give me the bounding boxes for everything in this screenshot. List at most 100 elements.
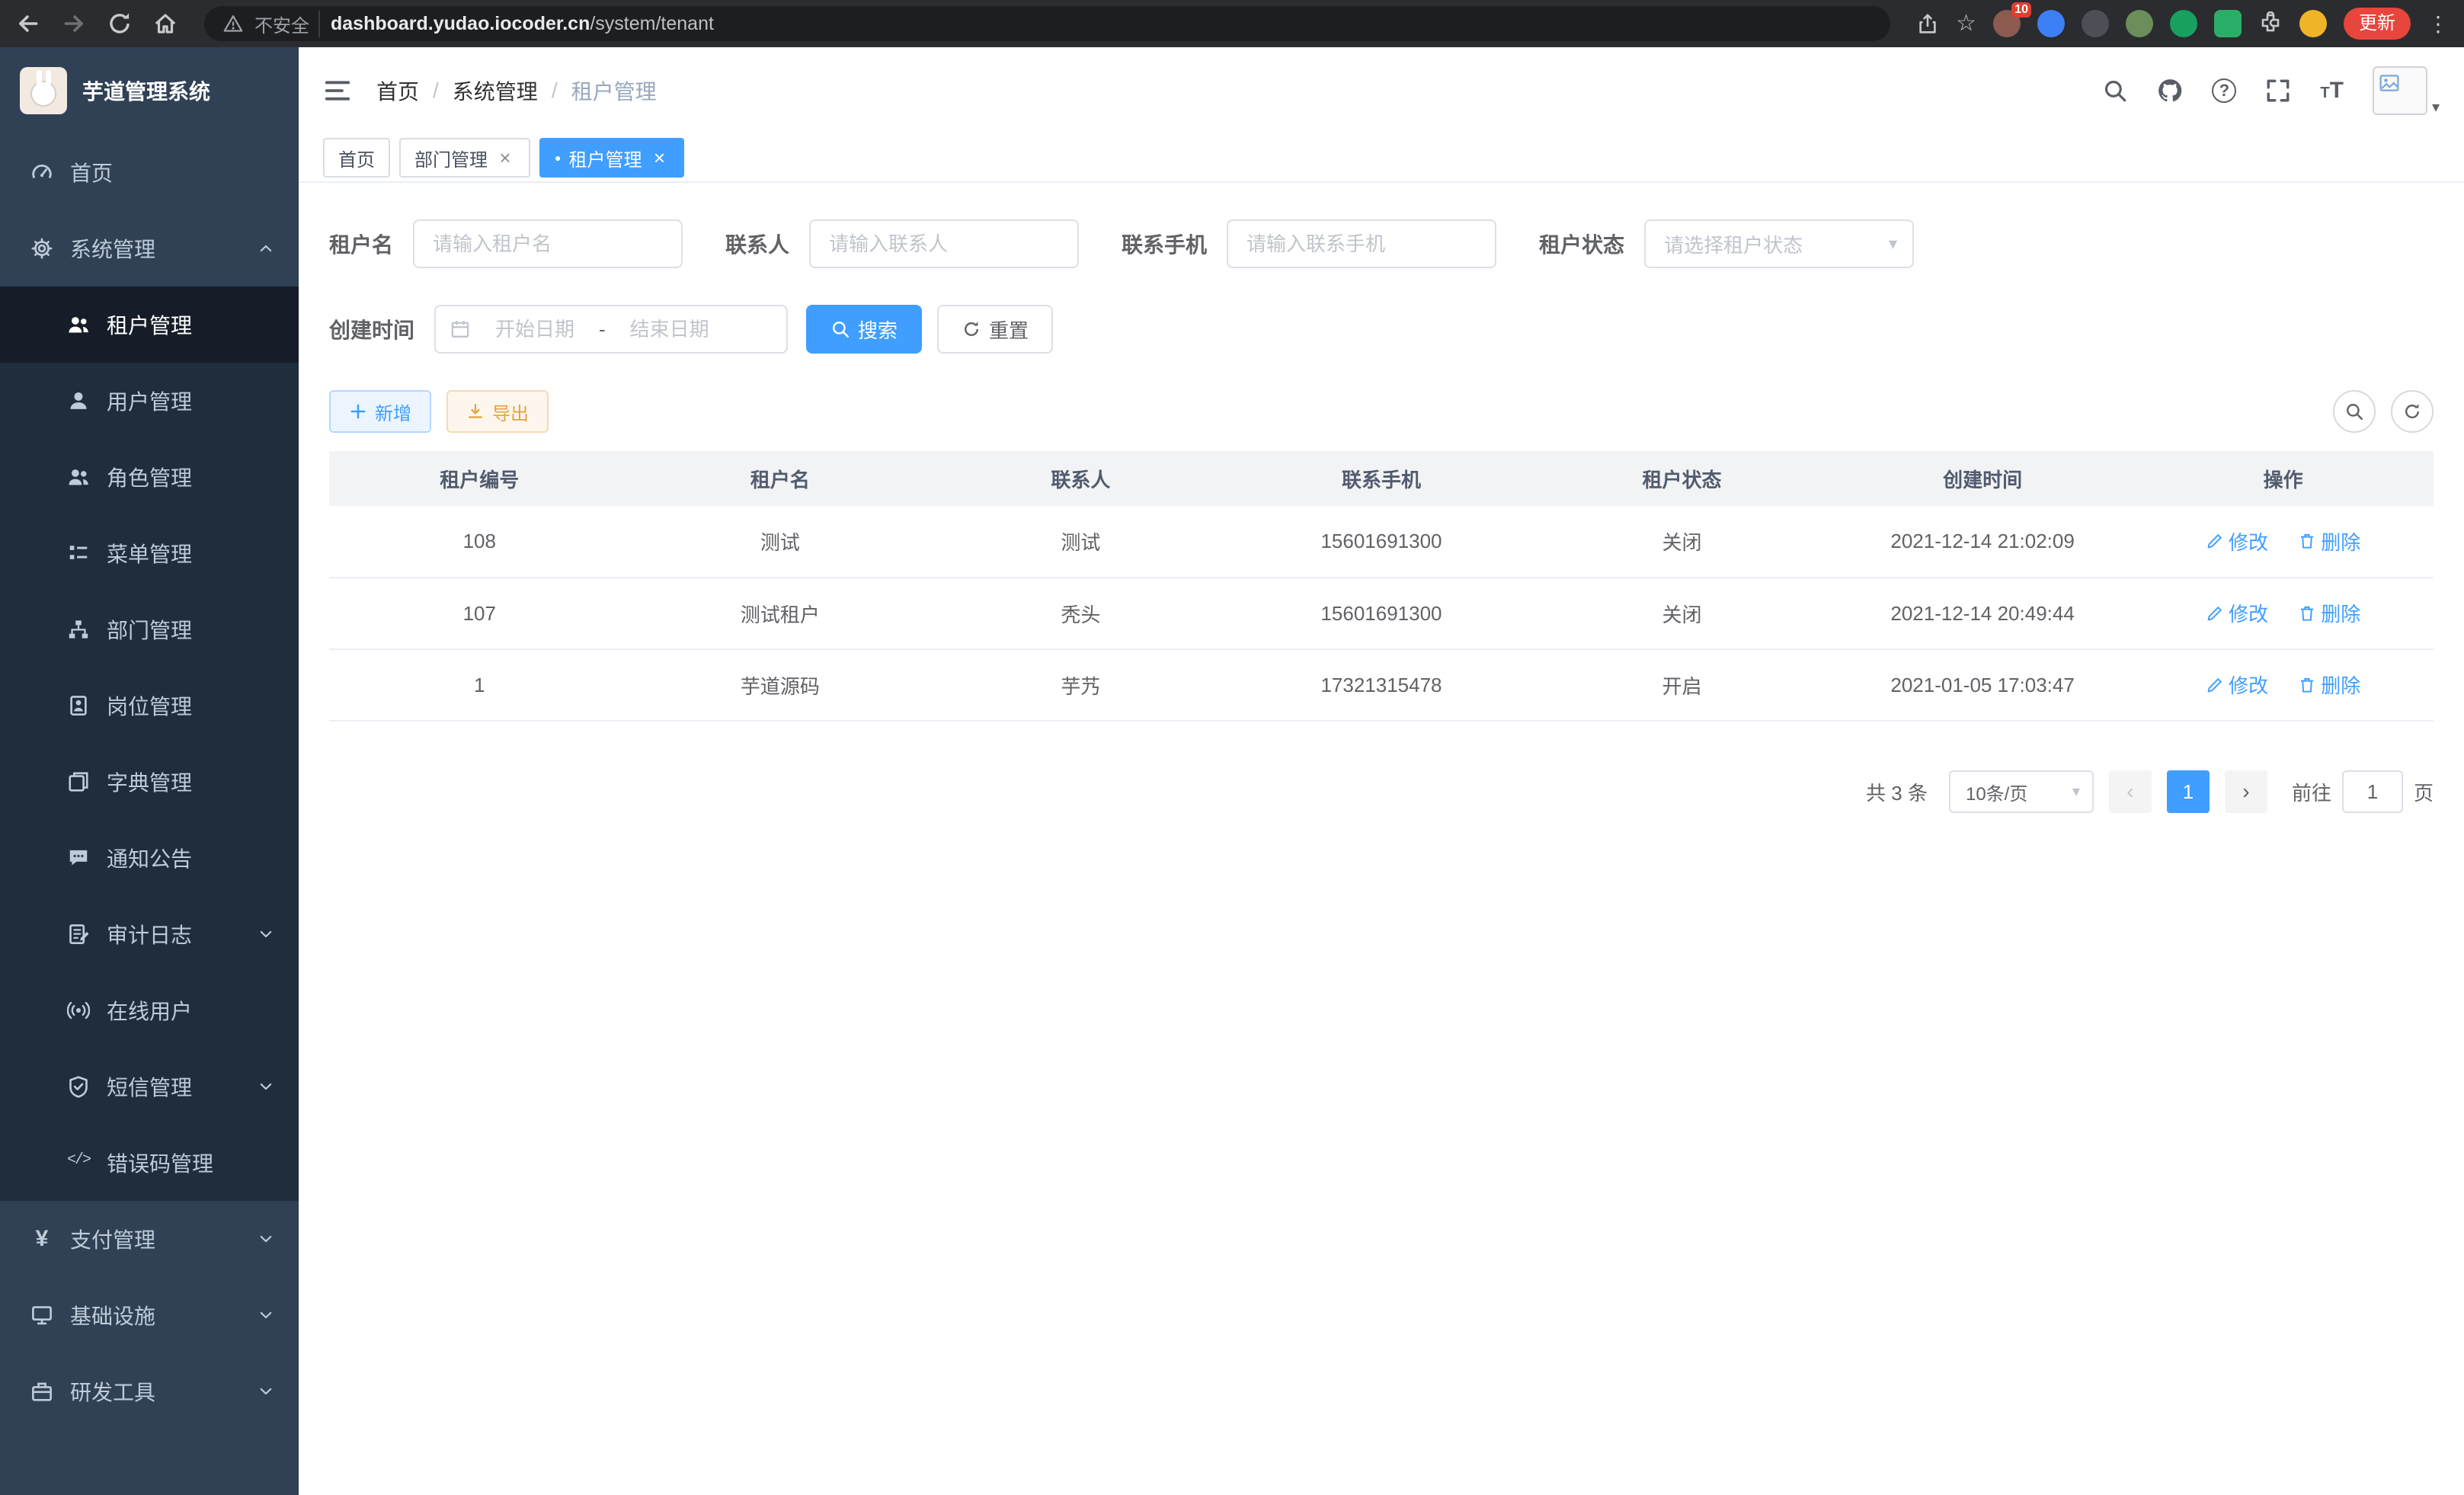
edit-link[interactable]: 修改 (2206, 671, 2268, 699)
sidebar-item-role[interactable]: 角色管理 (0, 439, 299, 515)
search-icon (830, 319, 850, 339)
browser-menu-icon[interactable]: ⋮ (2427, 11, 2449, 37)
reset-button[interactable]: 重置 (937, 305, 1053, 354)
font-size-icon[interactable]: TT (2320, 79, 2344, 102)
prev-page-button[interactable]: ‹ (2109, 770, 2152, 813)
delete-link[interactable]: 删除 (2298, 671, 2360, 699)
extension-icon-1[interactable]: 10 (1993, 10, 2021, 37)
sidebar-item-post[interactable]: 岗位管理 (0, 667, 299, 744)
browser-back-icon[interactable] (15, 11, 41, 37)
extension-icon-3[interactable] (2082, 10, 2109, 37)
cell-contact: 秃头 (930, 578, 1231, 649)
avatar (2373, 66, 2427, 115)
breadcrumb-separator: / (433, 78, 439, 103)
sidebar-item-system[interactable]: 系统管理 (0, 210, 299, 287)
chevron-up-icon (258, 240, 274, 257)
fullscreen-icon[interactable] (2265, 78, 2291, 104)
page-url[interactable]: dashboard.yudao.iocoder.cn/system/tenant (331, 13, 714, 35)
sidebar-item-payment[interactable]: ¥ 支付管理 (0, 1201, 299, 1277)
start-date-input[interactable] (477, 318, 593, 341)
page-number-1[interactable]: 1 (2167, 770, 2210, 813)
infra-monitor-icon (30, 1304, 53, 1327)
sidebar-item-home[interactable]: 首页 (0, 134, 299, 210)
create-time-range-picker[interactable]: - (434, 305, 788, 354)
toggle-search-button[interactable] (2333, 390, 2376, 433)
search-icon[interactable] (2102, 78, 2128, 104)
address-bar[interactable]: 不安全 dashboard.yudao.iocoder.cn/system/te… (204, 6, 1890, 41)
create-time-label: 创建时间 (329, 314, 414, 344)
edit-link[interactable]: 修改 (2206, 599, 2268, 627)
browser-forward-icon[interactable] (61, 11, 87, 37)
user-avatar-dropdown[interactable]: ▾ (2373, 66, 2440, 115)
browser-reload-icon[interactable] (107, 11, 133, 37)
breadcrumb-home[interactable]: 首页 (376, 75, 419, 106)
sidebar-item-notice[interactable]: 通知公告 (0, 820, 299, 896)
extension-icon-5[interactable] (2170, 10, 2197, 37)
delete-link[interactable]: 删除 (2298, 527, 2360, 555)
active-dot-icon: ● (555, 152, 561, 163)
extensions-puzzle-icon[interactable] (2258, 11, 2283, 36)
sidebar-item-dict[interactable]: 字典管理 (0, 744, 299, 820)
close-icon[interactable]: × (495, 148, 515, 168)
col-tenant-id: 租户编号 (329, 451, 630, 506)
search-button[interactable]: 搜索 (806, 305, 922, 354)
security-warning-label[interactable]: 不安全 (254, 11, 320, 37)
profile-avatar-icon[interactable] (2299, 10, 2327, 37)
cell-actions: 修改 删除 (2133, 649, 2434, 721)
breadcrumb-system[interactable]: 系统管理 (453, 75, 538, 106)
sidebar-item-sms[interactable]: 短信管理 (0, 1048, 299, 1125)
extension-icon-4[interactable] (2126, 10, 2153, 37)
app-title: 芋道管理系统 (82, 75, 210, 106)
add-button[interactable]: 新增 (329, 390, 431, 433)
chrome-update-button[interactable]: 更新 (2344, 8, 2411, 40)
browser-home-icon[interactable] (152, 11, 178, 37)
help-icon[interactable]: ? (2212, 78, 2236, 103)
chevron-down-icon (258, 1307, 274, 1324)
close-icon[interactable]: × (649, 148, 669, 168)
status-select[interactable]: 请选择租户状态 ▾ (1644, 219, 1914, 268)
delete-link[interactable]: 删除 (2298, 599, 2360, 627)
sidebar-item-dept[interactable]: 部门管理 (0, 591, 299, 667)
sidebar-item-tenant[interactable]: 租户管理 (0, 287, 299, 363)
sidebar-item-dev-tools[interactable]: 研发工具 (0, 1353, 299, 1429)
post-badge-icon (67, 694, 90, 717)
tenant-name-input[interactable] (413, 219, 683, 268)
trash-icon (2298, 604, 2316, 623)
goto-page-input[interactable] (2342, 770, 2403, 813)
browser-toolbar: 不安全 dashboard.yudao.iocoder.cn/system/te… (0, 0, 2464, 47)
col-created: 创建时间 (1832, 451, 2133, 506)
sidebar-item-menu[interactable]: 菜单管理 (0, 515, 299, 591)
extension-icon-6[interactable] (2214, 10, 2242, 37)
cell-status: 开启 (1531, 649, 1832, 721)
tab-dept[interactable]: 部门管理 × (399, 138, 530, 178)
calendar-icon (450, 319, 471, 340)
cell-created: 2021-12-14 21:02:09 (1832, 506, 2133, 578)
phone-input[interactable] (1227, 219, 1496, 268)
sidebar-item-error-code[interactable]: </> 错误码管理 (0, 1125, 299, 1201)
sidebar-item-infra[interactable]: 基础设施 (0, 1277, 299, 1353)
bookmark-star-icon[interactable]: ☆ (1956, 12, 1976, 35)
sidebar-item-user[interactable]: 用户管理 (0, 363, 299, 439)
tab-tenant[interactable]: ● 租户管理 × (539, 138, 684, 178)
refresh-table-button[interactable] (2391, 390, 2434, 433)
col-status: 租户状态 (1531, 451, 1832, 506)
extension-icon-2[interactable] (2037, 10, 2065, 37)
app-logo-row[interactable]: 芋道管理系统 (0, 47, 299, 134)
share-icon[interactable] (1916, 12, 1939, 35)
sidebar-item-online-users[interactable]: 在线用户 (0, 972, 299, 1048)
next-page-button[interactable]: › (2225, 770, 2267, 813)
export-button[interactable]: 导出 (446, 390, 549, 433)
contact-input[interactable] (809, 219, 1079, 268)
github-icon[interactable] (2157, 78, 2183, 104)
tab-home[interactable]: 首页 (323, 138, 390, 178)
cell-created: 2021-01-05 17:03:47 (1832, 649, 2133, 721)
sidebar-item-audit-log[interactable]: 审计日志 (0, 896, 299, 972)
cell-actions: 修改 删除 (2133, 506, 2434, 578)
edit-link[interactable]: 修改 (2206, 527, 2268, 555)
end-date-input[interactable] (612, 318, 728, 341)
contact-label: 联系人 (725, 229, 789, 259)
page-size-select[interactable]: 10条/页 ▾ (1949, 770, 2094, 813)
sidebar-fold-icon[interactable] (323, 76, 352, 105)
breadcrumb: 首页 / 系统管理 / 租户管理 (376, 75, 657, 106)
pagination: 共 3 条 10条/页 ▾ ‹ 1 › 前往 页 (329, 770, 2434, 813)
